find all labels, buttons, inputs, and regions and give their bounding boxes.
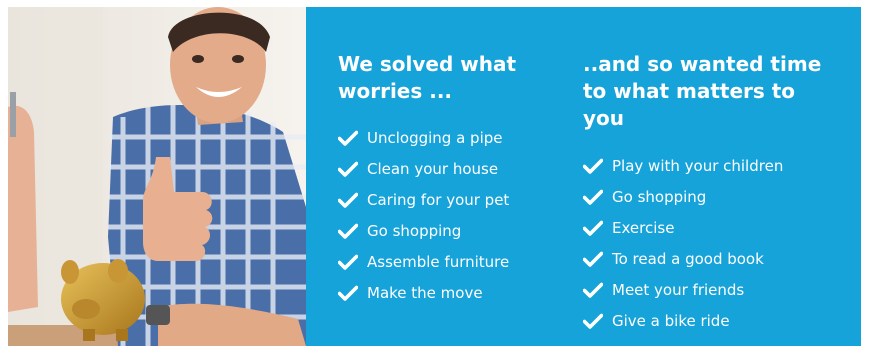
list-item: Play with your children bbox=[583, 150, 843, 181]
solved-worries-heading: We solved what worries ... bbox=[338, 51, 568, 105]
worries-list: Unclogging a pipe Clean your house Carin… bbox=[338, 122, 568, 308]
checkmark-icon bbox=[338, 223, 358, 239]
heading-line: worries ... bbox=[338, 79, 453, 103]
checkmark-icon bbox=[583, 158, 603, 174]
heading-line: ..and so wanted time bbox=[583, 52, 822, 76]
checkmark-icon bbox=[583, 189, 603, 205]
list-item: Assemble furniture bbox=[338, 246, 568, 277]
list-item-label: Meet your friends bbox=[612, 280, 745, 299]
checkmark-icon bbox=[583, 220, 603, 236]
list-item-label: Assemble furniture bbox=[367, 252, 510, 271]
heading-line: We solved what bbox=[338, 52, 517, 76]
list-item-label: Go shopping bbox=[367, 221, 462, 240]
list-item-label: Exercise bbox=[612, 218, 675, 237]
checkmark-icon bbox=[583, 282, 603, 298]
list-item: Go shopping bbox=[583, 181, 843, 212]
list-item-label: Make the move bbox=[367, 283, 483, 302]
checkmark-icon bbox=[338, 161, 358, 177]
list-item-label: To read a good book bbox=[612, 249, 764, 268]
list-item-label: Play with your children bbox=[612, 156, 784, 175]
list-item: Exercise bbox=[583, 212, 843, 243]
list-item-label: Caring for your pet bbox=[367, 190, 510, 209]
list-item: Clean your house bbox=[338, 153, 568, 184]
list-item: To read a good book bbox=[583, 243, 843, 274]
list-item: Make the move bbox=[338, 277, 568, 308]
list-item-label: Unclogging a pipe bbox=[367, 128, 503, 147]
checkmark-icon bbox=[338, 285, 358, 301]
list-item-label: Give a bike ride bbox=[612, 311, 730, 330]
matters-list: Play with your children Go shopping Exer… bbox=[583, 150, 843, 336]
time-matters-column: ..and so wanted time to what matters to … bbox=[583, 51, 843, 336]
smiling-man-thumbs-up-photo bbox=[8, 7, 306, 346]
checkmark-icon bbox=[583, 251, 603, 267]
time-matters-heading: ..and so wanted time to what matters to … bbox=[583, 51, 843, 132]
info-panel: We solved what worries ... Unclogging a … bbox=[306, 7, 861, 346]
heading-line: to what matters to bbox=[583, 79, 796, 103]
solved-worries-column: We solved what worries ... Unclogging a … bbox=[338, 51, 568, 308]
checkmark-icon bbox=[338, 192, 358, 208]
checkmark-icon bbox=[338, 254, 358, 270]
list-item: Caring for your pet bbox=[338, 184, 568, 215]
promo-banner: We solved what worries ... Unclogging a … bbox=[8, 7, 861, 346]
checkmark-icon bbox=[583, 313, 603, 329]
checkmark-icon bbox=[338, 130, 358, 146]
list-item: Unclogging a pipe bbox=[338, 122, 568, 153]
list-item-label: Go shopping bbox=[612, 187, 707, 206]
list-item: Give a bike ride bbox=[583, 305, 843, 336]
list-item: Meet your friends bbox=[583, 274, 843, 305]
heading-line: you bbox=[583, 106, 625, 130]
list-item-label: Clean your house bbox=[367, 159, 499, 178]
list-item: Go shopping bbox=[338, 215, 568, 246]
